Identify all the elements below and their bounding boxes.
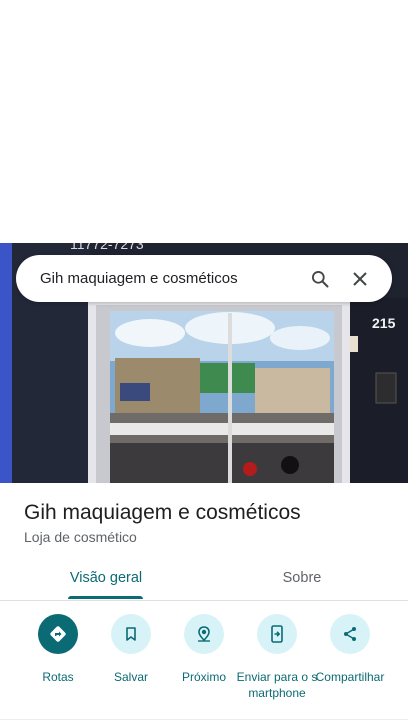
send-to-phone-label: Enviar para o smartphone xyxy=(236,670,318,700)
tab-selected-indicator xyxy=(68,596,143,599)
share-button[interactable]: Compartilhar xyxy=(308,614,392,685)
directions-label: Rotas xyxy=(42,670,74,684)
directions-button[interactable]: Rotas xyxy=(16,614,100,685)
phone-text: 11772-7273 xyxy=(70,243,144,252)
tab-bar: Visão geral Sobre xyxy=(0,556,408,601)
save-button[interactable]: Salvar xyxy=(89,614,173,685)
search-icon[interactable] xyxy=(300,259,340,299)
nearby-button[interactable]: Próximo xyxy=(162,614,246,685)
send-to-phone-icon xyxy=(257,614,297,654)
tab-overview[interactable]: Visão geral xyxy=(36,556,176,600)
search-bar[interactable]: Gih maquiagem e cosméticos xyxy=(16,255,392,302)
close-icon[interactable] xyxy=(340,259,380,299)
place-category: Loja de cosmético xyxy=(24,529,137,545)
save-label: Salvar xyxy=(113,670,148,684)
share-label: Compartilhar xyxy=(315,670,385,684)
search-input[interactable]: Gih maquiagem e cosméticos xyxy=(40,270,300,287)
nearby-label: Próximo xyxy=(181,670,226,684)
share-icon xyxy=(330,614,370,654)
map-area[interactable] xyxy=(0,0,408,243)
street-number: 215 xyxy=(372,315,396,331)
nearby-icon xyxy=(184,614,224,654)
bookmark-icon xyxy=(111,614,151,654)
directions-icon xyxy=(38,614,78,654)
place-title: Gih maquiagem e cosméticos xyxy=(24,501,301,524)
send-to-phone-button[interactable]: Enviar para o smartphone xyxy=(235,614,319,701)
tab-about[interactable]: Sobre xyxy=(232,556,372,600)
divider xyxy=(0,719,408,720)
